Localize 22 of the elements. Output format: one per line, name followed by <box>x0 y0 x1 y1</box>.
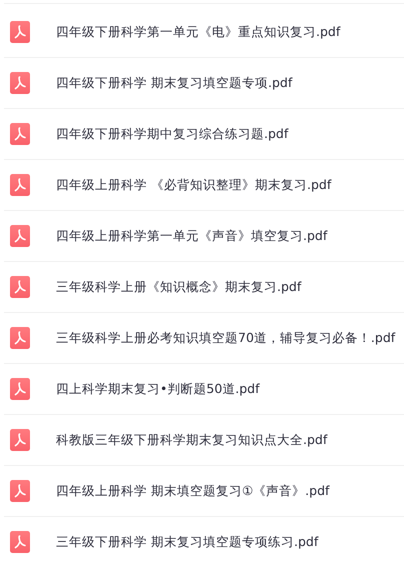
file-name[interactable]: 四年级下册科学 期末复习填空题专项.pdf <box>56 74 292 92</box>
file-name[interactable]: 四年级下册科学第一单元《电》重点知识复习.pdf <box>56 24 340 40</box>
file-name[interactable]: 科教版三年级下册科学期末复习知识点大全.pdf <box>56 432 328 448</box>
file-name[interactable]: 三年级下册科学 期末复习填空题专项练习.pdf <box>56 534 318 550</box>
pdf-file-icon <box>10 276 30 298</box>
pdf-file-icon <box>10 174 30 196</box>
file-name[interactable]: 四年级下册科学期中复习综合练习题.pdf <box>56 126 288 142</box>
pdf-file-icon <box>10 225 30 247</box>
pdf-file-icon <box>10 72 30 94</box>
file-name[interactable]: 三年级科学上册《知识概念》期末复习.pdf <box>56 278 302 296</box>
pdf-file-icon <box>10 21 30 43</box>
file-name[interactable]: 四年级上册科学 期末填空题复习①《声音》.pdf <box>56 482 330 500</box>
pdf-file-icon <box>10 327 30 349</box>
file-name[interactable]: 四年级上册科学第一单元《声音》填空复习.pdf <box>56 228 328 244</box>
file-name[interactable]: 四年级上册科学 《必背知识整理》期末复习.pdf <box>56 176 332 194</box>
pdf-file-icon <box>10 480 30 502</box>
pdf-file-icon <box>10 378 30 400</box>
file-name[interactable]: 三年级科学上册必考知识填空题70道，辅导复习必备！.pdf <box>56 330 396 346</box>
pdf-file-icon <box>10 429 30 451</box>
pdf-file-icon <box>10 531 30 553</box>
pdf-file-icon <box>10 123 30 145</box>
file-name[interactable]: 四上科学期末复习•判断题50道.pdf <box>56 380 260 398</box>
